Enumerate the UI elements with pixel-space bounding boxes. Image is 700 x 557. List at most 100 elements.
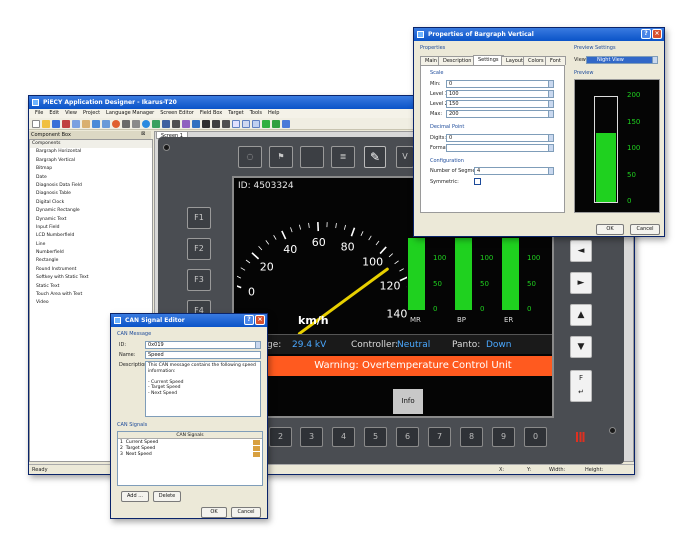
properties-close-button[interactable]: × [652, 29, 662, 39]
info-button[interactable]: Info [393, 389, 423, 414]
wrench-icon[interactable]: ✎ [364, 146, 386, 168]
softkey-top-v[interactable]: V [396, 146, 414, 168]
monitor-icon[interactable] [162, 120, 170, 128]
arrow-right-key[interactable]: ► [570, 272, 592, 294]
save-icon[interactable] [52, 120, 60, 128]
component-item[interactable]: Digital Clock [30, 199, 152, 207]
add-icon[interactable] [262, 120, 270, 128]
chip-icon[interactable] [202, 120, 210, 128]
num-key-2[interactable]: 2 [269, 427, 292, 447]
paste-icon[interactable] [82, 120, 90, 128]
component-item[interactable]: Input Field [30, 224, 152, 232]
color-icon[interactable] [112, 120, 120, 128]
digits-field[interactable]: 0 [446, 134, 554, 142]
min-spinner[interactable] [548, 81, 553, 87]
cut-icon[interactable] [62, 120, 70, 128]
tab-settings[interactable]: Settings [473, 55, 504, 65]
f3-key[interactable]: F3 [187, 269, 211, 291]
can-cancel-button[interactable]: Cancel [231, 507, 261, 518]
num-key-9[interactable]: 9 [492, 427, 515, 447]
pin-icon[interactable]: ⊠ [141, 131, 145, 137]
can-id-field[interactable]: 0x019 [145, 341, 261, 349]
align-icon[interactable] [92, 120, 100, 128]
enter-key[interactable]: F ↵ [570, 370, 592, 402]
can-ok-button[interactable]: OK [201, 507, 227, 518]
remove-icon[interactable] [272, 120, 280, 128]
grid2-icon[interactable] [252, 120, 260, 128]
signal-edit-icon[interactable] [253, 446, 260, 451]
view-select[interactable]: Night View [586, 56, 658, 64]
segments-select[interactable]: 4 [474, 167, 554, 175]
new-icon[interactable] [32, 120, 40, 128]
num-key-5[interactable]: 5 [364, 427, 387, 447]
properties-cancel-button[interactable]: Cancel [630, 224, 660, 235]
component-item[interactable]: Softkey with Static Text [30, 274, 152, 282]
cube-icon[interactable] [192, 120, 200, 128]
f2-key[interactable]: F2 [187, 238, 211, 260]
bar-mr[interactable] [408, 238, 425, 310]
component-item[interactable]: Line [30, 241, 152, 249]
globe-icon[interactable] [142, 120, 150, 128]
component-item[interactable]: Bitmap [30, 165, 152, 173]
undo-icon[interactable] [122, 120, 130, 128]
format-dropdown-icon[interactable] [548, 145, 553, 151]
level1-spinner[interactable] [548, 91, 553, 97]
softkey-top-2[interactable]: ⚑ [269, 146, 293, 168]
help-button[interactable]: ? [641, 29, 651, 39]
min-field[interactable]: 0 [446, 80, 554, 88]
menu-project[interactable]: Project [83, 109, 100, 118]
max-field[interactable]: 200 [446, 110, 554, 118]
grid-icon[interactable] [102, 120, 110, 128]
tab-description[interactable]: Description [438, 56, 477, 65]
view-dropdown-icon[interactable] [652, 57, 657, 63]
arrow-down-key[interactable]: ▼ [570, 336, 592, 358]
num-key-3[interactable]: 3 [300, 427, 323, 447]
properties-titlebar[interactable]: Properties of Bargraph Vertical ? × [414, 28, 664, 41]
component-item[interactable]: Bargraph Vertical [30, 157, 152, 165]
can-close-button[interactable]: × [255, 315, 265, 325]
image-icon[interactable] [152, 120, 160, 128]
component-item[interactable]: Rectangle [30, 257, 152, 265]
can-id-dropdown-icon[interactable] [255, 342, 260, 348]
component-item[interactable]: Diagnosis Table [30, 190, 152, 198]
num-key-6[interactable]: 6 [396, 427, 419, 447]
level2-spinner[interactable] [548, 101, 553, 107]
menu-edit[interactable]: Edit [49, 109, 59, 118]
signal-edit-icon[interactable] [253, 452, 260, 457]
chip3-icon[interactable] [222, 120, 230, 128]
component-item[interactable]: Numberfield [30, 249, 152, 257]
copy-icon[interactable] [72, 120, 80, 128]
menu-field-box[interactable]: Field Box [200, 109, 222, 118]
component-item[interactable]: Dynamic Rectangle [30, 207, 152, 215]
component-item[interactable]: Video [30, 299, 152, 307]
can-name-field[interactable]: Speed [145, 351, 261, 359]
properties-ok-button[interactable]: OK [596, 224, 624, 235]
arrow-up-key[interactable]: ▲ [570, 304, 592, 326]
component-item[interactable]: LCD Numberfield [30, 232, 152, 240]
can-titlebar[interactable]: CAN Signal Editor ? × [111, 314, 267, 327]
bar-bp[interactable] [455, 238, 472, 310]
menu-screen-editor[interactable]: Screen Editor [160, 109, 194, 118]
menu-target[interactable]: Target [228, 109, 243, 118]
can-help-button[interactable]: ? [244, 315, 254, 325]
num-key-8[interactable]: 8 [460, 427, 483, 447]
menu-file[interactable]: File [35, 109, 43, 118]
symmetric-checkbox[interactable] [474, 178, 481, 185]
bar-er[interactable] [502, 238, 519, 310]
component-item[interactable]: Static Text [30, 283, 152, 291]
menu-language-manager[interactable]: Language Manager [106, 109, 154, 118]
max-spinner[interactable] [548, 111, 553, 117]
softkey-top-3[interactable] [300, 146, 324, 168]
redo-icon[interactable] [132, 120, 140, 128]
component-item[interactable]: Touch Area with Text [30, 291, 152, 299]
open-icon[interactable] [42, 120, 50, 128]
level1-field[interactable]: 100 [446, 90, 554, 98]
softkey-top-1[interactable]: ◌ [238, 146, 262, 168]
camera-icon[interactable] [172, 120, 180, 128]
menu-tools[interactable]: Tools [250, 109, 262, 118]
digits-spinner[interactable] [548, 135, 553, 141]
component-item[interactable]: Date [30, 174, 152, 182]
softkey-top-4[interactable]: ≣ [331, 146, 355, 168]
arrow-icon[interactable] [282, 120, 290, 128]
list-icon[interactable] [242, 120, 250, 128]
